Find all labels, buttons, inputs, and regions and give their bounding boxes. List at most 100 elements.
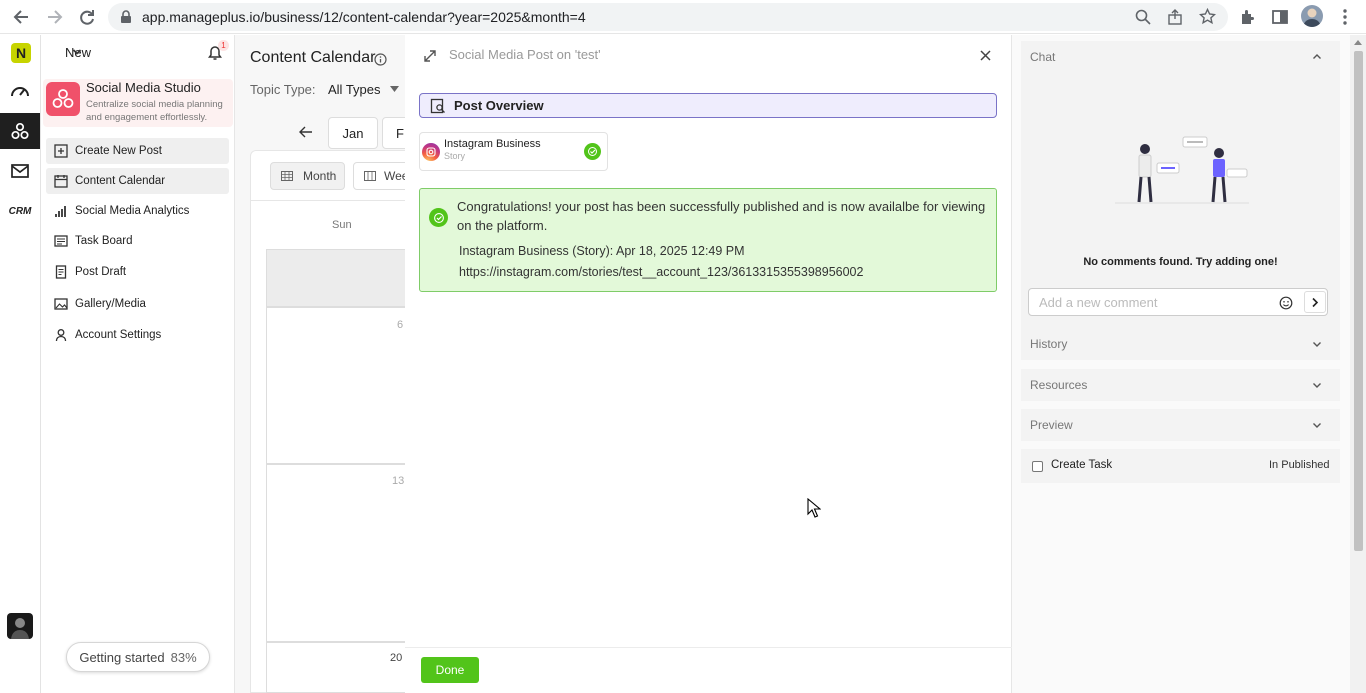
user-avatar[interactable] [7,613,33,639]
post-overview-header: Post Overview [419,93,997,118]
crm-label: CRM [8,205,32,217]
topic-type-value[interactable]: All Types [328,82,381,97]
sidebar-item-post-draft[interactable]: Post Draft [46,259,229,285]
document-search-icon [430,98,446,114]
chevron-down-icon [1312,341,1322,348]
chevron-up-icon[interactable] [1312,53,1322,60]
platform-name: Instagram Business [444,138,541,150]
emoji-icon[interactable] [1279,296,1293,310]
chevron-down-icon[interactable] [72,48,82,56]
mail-icon [10,162,30,180]
zoom-icon[interactable] [1135,9,1151,25]
info-icon[interactable] [374,53,387,66]
getting-started-percent: 83% [170,649,197,665]
scrollbar-thumb[interactable] [1354,51,1363,551]
grid-icon [281,171,293,181]
close-icon[interactable] [980,50,991,61]
calendar-cell[interactable] [266,642,410,693]
getting-started-pill[interactable]: Getting started 83% [66,642,210,672]
app-logo[interactable]: N [11,43,31,63]
sidebar-item-label: Social Media Analytics [75,205,190,217]
social-nodes-icon [10,121,30,141]
share-icon[interactable] [1167,9,1183,25]
mouse-cursor-icon [807,498,821,518]
history-section[interactable]: History [1021,328,1340,360]
comment-placeholder: Add a new comment [1039,295,1158,310]
browser-toolbar: app.manageplus.io/business/12/content-ca… [0,0,1366,34]
view-month-button[interactable]: Month [270,162,345,190]
analytics-icon [54,204,68,218]
view-month-label: Month [303,169,337,183]
getting-started-label: Getting started [79,649,165,665]
sidebar-item-gallery-media[interactable]: Gallery/Media [46,291,229,317]
month-tab-jan[interactable]: Jan [328,117,378,149]
brand-title: Social Media Studio [86,80,201,95]
side-panel-icon[interactable] [1270,7,1290,27]
address-bar[interactable]: app.manageplus.io/business/12/content-ca… [108,3,1228,31]
sidebar-item-account-settings[interactable]: Account Settings [46,322,229,348]
calendar-cell[interactable] [266,307,410,464]
forward-arrow-icon[interactable] [44,7,64,27]
create-task-checkbox[interactable] [1032,461,1043,472]
sidebar-item-social-media-analytics[interactable]: Social Media Analytics [46,198,229,224]
profile-avatar[interactable] [1301,5,1323,27]
success-check-icon [429,208,448,227]
sidebar-item-create-new-post[interactable]: Create New Post [46,138,229,164]
done-button[interactable]: Done [421,657,479,683]
rail-mail[interactable] [0,153,40,189]
view-week-button[interactable]: Wee [353,162,413,190]
sidebar-item-label: Account Settings [75,329,162,341]
icon-rail: N CRM [0,35,41,693]
sidebar-item-task-board[interactable]: Task Board [46,228,229,254]
sidebar-item-label: Task Board [75,235,133,247]
scroll-up-icon[interactable] [1354,39,1362,45]
success-alert: Congratulations! your post has been succ… [419,188,997,292]
comment-input[interactable]: Add a new comment [1028,288,1328,316]
speedometer-icon [10,82,30,100]
star-icon[interactable] [1199,8,1216,25]
check-circle-icon [584,143,601,160]
rail-dashboard[interactable] [0,73,40,109]
platform-card[interactable]: Instagram Business Story [419,132,608,171]
studio-logo-icon [46,82,80,116]
sidebar-item-label: Gallery/Media [75,298,146,310]
draft-icon [54,265,68,279]
chat-label: Chat [1030,50,1056,64]
extensions-icon[interactable] [1238,7,1258,27]
rail-social[interactable] [0,113,40,149]
preview-label: Preview [1030,418,1073,432]
instagram-icon [422,143,440,161]
empty-chat-message: No comments found. Try adding one! [1083,256,1278,268]
brand-card: Social Media Studio Centralize social me… [43,79,233,127]
create-task-label: Create Task [1051,459,1113,471]
grid-icon [364,171,376,181]
rail-crm[interactable]: CRM [0,193,40,229]
lock-icon [120,10,132,24]
modal-title: Social Media Post on 'test' [449,47,601,62]
preview-section[interactable]: Preview [1021,409,1340,441]
page-title: Content Calendar [250,49,376,66]
page-scrollbar[interactable] [1350,35,1366,693]
sidebar-item-content-calendar[interactable]: Content Calendar [46,168,229,194]
success-message: Congratulations! your post has been succ… [457,199,986,233]
expand-icon[interactable] [423,49,437,63]
history-label: History [1030,337,1068,351]
kebab-menu-icon[interactable] [1335,7,1355,27]
calendar-cell[interactable] [266,464,410,642]
send-arrow-icon[interactable] [1304,291,1326,313]
caret-down-icon[interactable] [390,86,399,92]
resources-section[interactable]: Resources [1021,369,1340,401]
back-arrow-icon[interactable] [12,7,32,27]
post-url-link[interactable]: https://instagram.com/stories/test__acco… [459,265,863,279]
day-header-sun: Sun [332,219,352,231]
prev-arrow-icon[interactable] [299,126,313,138]
calendar-date: 13 [392,475,405,487]
month-tab-label: Jan [342,125,364,141]
published-info: Instagram Business (Story): Apr 18, 2025… [459,244,745,258]
user-icon [54,328,68,342]
task-board-icon [54,234,68,248]
reload-icon[interactable] [77,7,97,27]
create-post-icon [54,144,68,158]
url-text: app.manageplus.io/business/12/content-ca… [142,9,586,25]
sidebar: New 1 Social Media Studio Centralize soc… [41,35,235,693]
